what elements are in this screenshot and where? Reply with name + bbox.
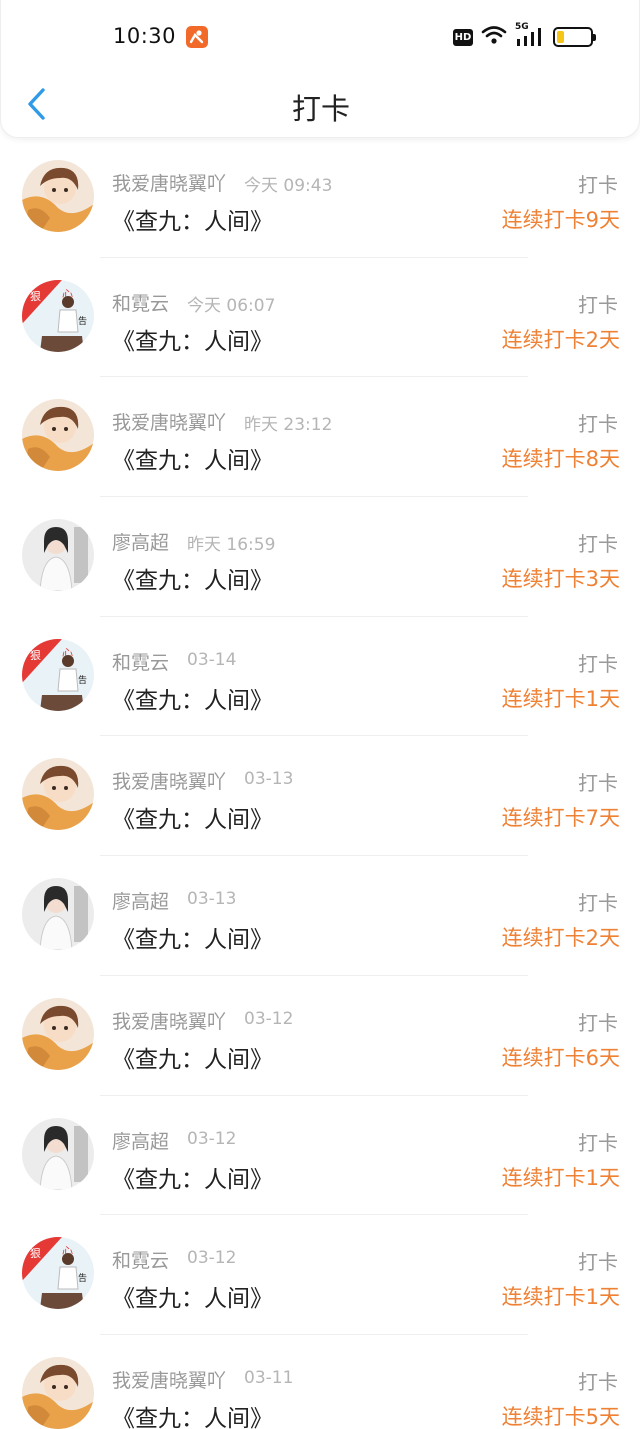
streak-label: 连续打卡1天 xyxy=(501,1285,620,1310)
hd-icon: HD xyxy=(453,28,473,46)
checkin-time: 昨天 23:12 xyxy=(244,415,333,436)
streak-label: 连续打卡1天 xyxy=(501,1165,620,1190)
checkin-time: 03-12 xyxy=(187,1128,237,1149)
user-name[interactable]: 和霓云 xyxy=(112,289,169,316)
checkin-label: 打卡 xyxy=(578,1010,618,1035)
checkin-label: 打卡 xyxy=(578,1130,618,1155)
checkin-time: 03-13 xyxy=(187,889,237,910)
book-title: 《查九：人间》 xyxy=(112,1405,273,1429)
cellular-signal-icon: 5G xyxy=(515,22,545,48)
checkin-label: 打卡 xyxy=(578,412,618,437)
checkin-label: 打卡 xyxy=(578,1250,618,1275)
avatar[interactable] xyxy=(22,160,94,232)
user-name[interactable]: 和霓云 xyxy=(112,648,169,675)
avatar[interactable]: 狠心告 xyxy=(22,1237,94,1310)
streak-label: 连续打卡1天 xyxy=(501,686,620,711)
svg-text:狠: 狠 xyxy=(30,290,41,303)
user-name[interactable]: 廖高超 xyxy=(112,528,169,555)
list-item[interactable]: 廖高超 昨天 16:59 《查九：人间》 打卡连续打卡3天 xyxy=(0,497,640,617)
book-title: 《查九：人间》 xyxy=(112,1046,273,1073)
checkin-label: 打卡 xyxy=(578,1369,618,1394)
streak-label: 连续打卡6天 xyxy=(501,1045,620,1070)
streak-label: 连续打卡7天 xyxy=(501,806,620,831)
list-item[interactable]: 我爱唐晓翼吖 03-13 《查九：人间》 打卡连续打卡7天 xyxy=(0,736,640,857)
svg-text:告: 告 xyxy=(78,674,87,686)
streak-label: 连续打卡2天 xyxy=(501,926,620,951)
user-name[interactable]: 廖高超 xyxy=(112,887,169,914)
svg-text:告: 告 xyxy=(78,315,87,327)
status-bar: 10:30 HD 5G xyxy=(1,0,640,72)
avatar[interactable] xyxy=(22,1117,94,1190)
book-title: 《查九：人间》 xyxy=(112,1166,273,1193)
streak-label: 连续打卡8天 xyxy=(501,447,620,472)
book-title: 《查九：人间》 xyxy=(112,209,273,235)
streak-label: 连续打卡9天 xyxy=(501,208,620,232)
book-title: 《查九：人间》 xyxy=(112,328,273,355)
checkin-time: 03-13 xyxy=(244,769,294,790)
app-notification-icon xyxy=(186,26,208,48)
checkin-label: 打卡 xyxy=(578,651,618,676)
page-title: 打卡 xyxy=(291,92,350,126)
header: 10:30 HD 5G 打卡 xyxy=(0,0,640,138)
checkin-time: 03-12 xyxy=(244,1008,294,1029)
book-title: 《查九：人间》 xyxy=(112,448,273,475)
checkin-label: 打卡 xyxy=(578,771,618,796)
list-item[interactable]: 狠心告和霓云 今天 06:07 《查九：人间》 打卡连续打卡2天 xyxy=(0,258,640,378)
list-item[interactable]: 廖高超 03-12 《查九：人间》 打卡连续打卡1天 xyxy=(0,1096,640,1216)
checkin-time: 03-14 xyxy=(187,649,237,670)
list-item[interactable]: 我爱唐晓翼吖 昨天 23:12 《查九：人间》 打卡连续打卡8天 xyxy=(0,377,640,498)
avatar[interactable]: 狠心告 xyxy=(22,279,94,352)
user-name[interactable]: 我爱唐晓翼吖 xyxy=(112,408,226,435)
streak-label: 连续打卡5天 xyxy=(501,1404,620,1429)
checkin-list: 我爱唐晓翼吖 今天 09:43 《查九：人间》 打卡 连续打卡9天狠心告和霓云 今天 06… xyxy=(0,138,640,1429)
nav-bar: 打卡 xyxy=(1,72,640,138)
book-title: 《查九：人间》 xyxy=(112,568,273,595)
streak-label: 连续打卡2天 xyxy=(501,327,620,352)
user-name[interactable]: 和霓云 xyxy=(112,1246,169,1273)
user-name[interactable]: 廖高超 xyxy=(112,1127,169,1154)
avatar[interactable] xyxy=(22,519,94,592)
svg-text:告: 告 xyxy=(78,1272,87,1284)
streak-label: 连续打卡3天 xyxy=(501,567,620,592)
book-title: 《查九：人间》 xyxy=(112,1286,273,1313)
user-name[interactable]: 我爱唐晓翼吖 xyxy=(112,1366,226,1393)
list-item[interactable]: 廖高超 03-13 《查九：人间》 打卡连续打卡2天 xyxy=(0,856,640,976)
checkin-label: 打卡 xyxy=(578,891,618,916)
wifi-icon xyxy=(481,25,507,49)
battery-icon xyxy=(553,27,596,47)
book-title: 《查九：人间》 xyxy=(112,687,273,714)
avatar[interactable]: 狠心告 xyxy=(22,638,94,711)
checkin-time: 03-12 xyxy=(187,1248,237,1269)
checkin-label: 打卡 xyxy=(578,173,618,197)
user-name[interactable]: 我爱唐晓翼吖 xyxy=(112,767,226,794)
list-item[interactable]: 我爱唐晓翼吖 03-11 《查九：人间》 打卡连续打卡5天 xyxy=(0,1335,640,1429)
checkin-time: 今天 09:43 xyxy=(244,176,333,196)
svg-text:狠: 狠 xyxy=(30,1247,41,1260)
user-name[interactable]: 我爱唐晓翼吖 xyxy=(112,1007,226,1034)
avatar[interactable] xyxy=(22,1356,94,1429)
checkin-time: 昨天 16:59 xyxy=(187,535,276,556)
status-time: 10:30 xyxy=(113,24,177,48)
checkin-time: 今天 06:07 xyxy=(187,295,276,316)
book-title: 《查九：人间》 xyxy=(112,927,273,954)
avatar[interactable] xyxy=(22,997,94,1070)
svg-text:狠: 狠 xyxy=(30,649,41,662)
user-name[interactable]: 我爱唐晓翼吖 xyxy=(112,169,226,196)
list-item[interactable]: 狠心告和霓云 03-12 《查九：人间》 打卡连续打卡1天 xyxy=(0,1215,640,1335)
list-item[interactable]: 我爱唐晓翼吖 今天 09:43 《查九：人间》 打卡连续打卡9天 xyxy=(0,138,640,258)
book-title: 《查九：人间》 xyxy=(112,807,273,834)
status-icons: HD 5G xyxy=(453,22,596,49)
avatar[interactable] xyxy=(22,758,94,831)
avatar[interactable] xyxy=(22,399,94,472)
checkin-time: 03-11 xyxy=(244,1367,294,1388)
battery-level xyxy=(557,31,565,43)
list-item[interactable]: 我爱唐晓翼吖 03-12 《查九：人间》 打卡连续打卡6天 xyxy=(0,976,640,1096)
checkin-label: 打卡 xyxy=(578,292,618,317)
avatar[interactable] xyxy=(22,878,94,951)
checkin-label: 打卡 xyxy=(578,532,618,557)
list-item[interactable]: 狠心告和霓云 03-14 《查九：人间》 打卡连续打卡1天 xyxy=(0,617,640,737)
